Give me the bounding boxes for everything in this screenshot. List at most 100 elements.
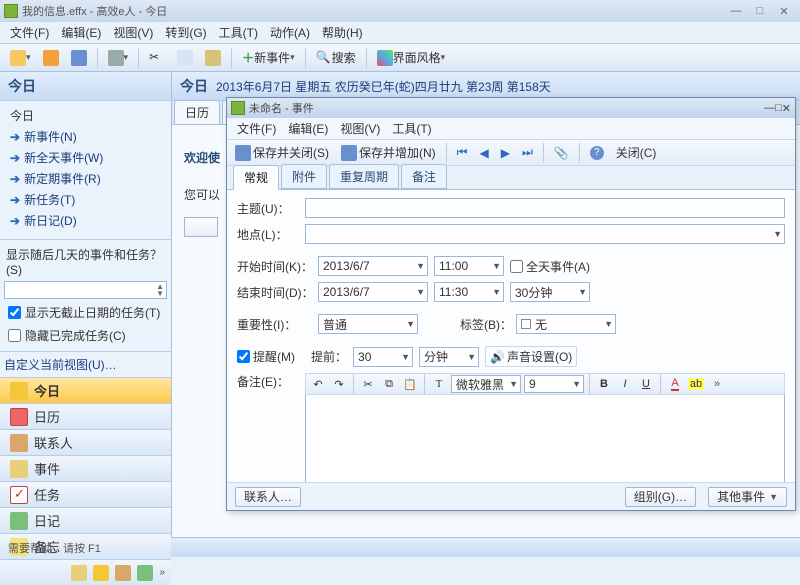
- combo-end-time[interactable]: 11:30▼: [434, 282, 504, 302]
- nav-events[interactable]: 事件: [0, 455, 171, 481]
- dlg-tab-note[interactable]: 备注: [401, 164, 447, 189]
- menu-edit[interactable]: 编辑(E): [55, 22, 107, 43]
- small-key-icon[interactable]: [93, 565, 109, 581]
- rt-more[interactable]: »: [708, 375, 726, 393]
- lp-item-new-diary[interactable]: ➔新日记(D): [4, 210, 167, 231]
- combo-end-date[interactable]: 2013/6/7▼: [318, 282, 428, 302]
- tb-paste[interactable]: [201, 47, 225, 69]
- lp-show-nodue-check[interactable]: [8, 306, 21, 319]
- tb-print[interactable]: ▾: [104, 47, 133, 69]
- paste-icon: [205, 50, 221, 66]
- chk-remind[interactable]: 提醒(M): [237, 348, 305, 365]
- lp-show-nodue[interactable]: 显示无截止日期的任务(T): [4, 301, 167, 324]
- menu-goto[interactable]: 转到(G): [159, 22, 212, 43]
- minimize-button[interactable]: —: [724, 5, 748, 17]
- dlg-attach[interactable]: 📎: [550, 145, 573, 161]
- rt-fontsize-combo[interactable]: 9▼: [524, 375, 584, 393]
- val-remind-amount: 30: [358, 350, 371, 364]
- dlg-maximize-button[interactable]: □: [775, 102, 782, 114]
- nav-today[interactable]: 今日: [0, 377, 171, 403]
- lp-hide-done-check[interactable]: [8, 329, 21, 342]
- dlg-btn-contacts[interactable]: 联系人…: [235, 487, 301, 507]
- dlg-nav-last[interactable]: ⏭: [518, 144, 537, 161]
- lp-custom-view[interactable]: 自定义当前视图(U)…: [0, 352, 171, 377]
- rt-cut[interactable]: ✂: [359, 375, 377, 393]
- menu-file[interactable]: 文件(F): [4, 22, 55, 43]
- dlg-menu-file[interactable]: 文件(F): [231, 118, 282, 139]
- dlg-close-button[interactable]: ✕: [782, 102, 791, 115]
- small-doc-icon[interactable]: [137, 565, 153, 581]
- rt-font-combo[interactable]: 微软雅黑▼: [451, 375, 521, 393]
- menu-action[interactable]: 动作(A): [264, 22, 316, 43]
- small-more-icon[interactable]: »: [159, 567, 165, 578]
- rt-underline[interactable]: U: [637, 375, 655, 393]
- chk-allday[interactable]: 全天事件(A): [510, 258, 590, 275]
- menu-tools[interactable]: 工具(T): [213, 22, 264, 43]
- rt-fontcolor[interactable]: A: [666, 375, 684, 393]
- combo-duration[interactable]: 30分钟▼: [510, 282, 590, 302]
- dlg-nav-prev[interactable]: ◀: [475, 145, 492, 161]
- combo-remind-unit[interactable]: 分钟▼: [419, 347, 479, 367]
- combo-importance[interactable]: 普通▼: [318, 314, 418, 334]
- dlg-nav-next[interactable]: ▶: [497, 145, 514, 161]
- lp-item-new-allday[interactable]: ➔新全天事件(W): [4, 147, 167, 168]
- dlg-minimize-button[interactable]: —: [764, 102, 775, 114]
- tb-copy[interactable]: [173, 47, 197, 69]
- lp-item-new-task[interactable]: ➔新任务(T): [4, 189, 167, 210]
- dlg-tab-attach[interactable]: 附件: [281, 164, 327, 189]
- lp-item-new-recurring[interactable]: ➔新定期事件(R): [4, 168, 167, 189]
- rt-copy[interactable]: ⧉: [380, 375, 398, 393]
- dlg-btn-other[interactable]: 其他事件▼: [708, 487, 787, 507]
- dlg-menu-view[interactable]: 视图(V): [334, 118, 386, 139]
- nav-contacts[interactable]: 联系人: [0, 429, 171, 455]
- chk-allday-box[interactable]: [510, 260, 523, 273]
- combo-remind-amount[interactable]: 30▼: [353, 347, 413, 367]
- nav-calendar[interactable]: 日历: [0, 403, 171, 429]
- rt-italic[interactable]: I: [616, 375, 634, 393]
- btn-sound[interactable]: 🔊声音设置(O): [485, 346, 577, 367]
- rt-bold[interactable]: B: [595, 375, 613, 393]
- rt-font-icon[interactable]: T: [430, 375, 448, 393]
- menu-help[interactable]: 帮助(H): [316, 22, 369, 43]
- nav-tasks[interactable]: ✓任务: [0, 481, 171, 507]
- dlg-nav-first[interactable]: ⏮: [453, 144, 472, 161]
- dlg-save-add[interactable]: 保存并增加(N): [337, 143, 440, 162]
- menu-view[interactable]: 视图(V): [107, 22, 159, 43]
- rt-redo[interactable]: ↷: [330, 375, 348, 393]
- tb-open[interactable]: [39, 47, 63, 69]
- combo-location[interactable]: ▼: [305, 224, 785, 244]
- body-button-stub[interactable]: [184, 217, 218, 237]
- richtext-area[interactable]: [305, 395, 785, 482]
- tab-calendar[interactable]: 日历: [174, 100, 220, 124]
- tb-save[interactable]: [67, 47, 91, 69]
- rt-paste[interactable]: 📋: [401, 375, 419, 393]
- tb-style[interactable]: 界面风格▾: [373, 47, 450, 69]
- lp-item-new-event[interactable]: ➔新事件(N): [4, 126, 167, 147]
- dlg-menu-edit[interactable]: 编辑(E): [282, 118, 334, 139]
- tb-new[interactable]: ▾: [6, 47, 35, 69]
- dlg-tab-recur[interactable]: 重复周期: [329, 164, 399, 189]
- combo-start-time[interactable]: 11:00▼: [434, 256, 504, 276]
- combo-start-date[interactable]: 2013/6/7▼: [318, 256, 428, 276]
- lp-days-spinner[interactable]: ▲▼: [4, 281, 167, 299]
- tb-search[interactable]: 🔍搜索: [312, 47, 360, 69]
- tb-cut[interactable]: ✂: [145, 47, 169, 69]
- small-card-icon[interactable]: [115, 565, 131, 581]
- dlg-help[interactable]: ?: [586, 145, 608, 161]
- dlg-menu-tools[interactable]: 工具(T): [386, 118, 437, 139]
- close-button[interactable]: ✕: [772, 5, 796, 18]
- maximize-button[interactable]: □: [748, 5, 772, 17]
- dlg-tab-general[interactable]: 常规: [233, 165, 279, 190]
- lp-hide-done[interactable]: 隐藏已完成任务(C): [4, 324, 167, 347]
- input-subject[interactable]: [305, 198, 785, 218]
- rt-highlight[interactable]: ab: [687, 375, 705, 393]
- combo-tag[interactable]: 无▼: [516, 314, 616, 334]
- rt-undo[interactable]: ↶: [309, 375, 327, 393]
- chk-remind-box[interactable]: [237, 350, 250, 363]
- dlg-close-btn[interactable]: 关闭(C): [612, 143, 661, 162]
- tb-new-event[interactable]: ＋新事件▾: [238, 47, 299, 69]
- small-lock-icon[interactable]: [71, 565, 87, 581]
- dlg-btn-group[interactable]: 组别(G)…: [625, 487, 696, 507]
- dlg-save-close[interactable]: 保存并关闭(S): [231, 143, 333, 162]
- nav-diary[interactable]: 日记: [0, 507, 171, 533]
